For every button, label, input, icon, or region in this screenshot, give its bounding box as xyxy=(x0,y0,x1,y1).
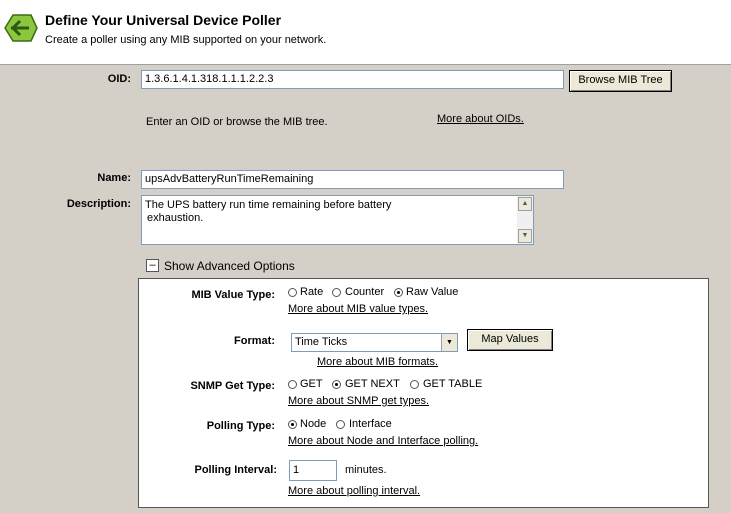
advanced-options-panel: MIB Value Type: Rate Counter Raw Value M… xyxy=(138,278,709,508)
oid-label: OID: xyxy=(107,73,131,85)
format-label: Format: xyxy=(234,335,275,347)
radio-get-table-label[interactable]: GET TABLE xyxy=(423,378,482,390)
oid-input[interactable]: 1.3.6.1.4.1.318.1.1.1.2.2.3 xyxy=(141,70,564,89)
radio-get[interactable] xyxy=(288,380,297,389)
more-about-polling-interval-link[interactable]: More about polling interval. xyxy=(288,485,420,497)
polling-type-label: Polling Type: xyxy=(206,420,275,432)
radio-get-label[interactable]: GET xyxy=(300,378,323,390)
more-about-mib-value-types-link[interactable]: More about MIB value types. xyxy=(288,303,428,315)
description-textarea[interactable]: The UPS battery run time remaining befor… xyxy=(141,195,534,245)
polling-interval-input[interactable]: 1 xyxy=(289,460,337,481)
scroll-down-icon[interactable]: ▼ xyxy=(518,229,532,243)
radio-get-table[interactable] xyxy=(410,380,419,389)
radio-rate[interactable] xyxy=(288,288,297,297)
page-title: Define Your Universal Device Poller xyxy=(45,12,282,28)
more-about-polling-link[interactable]: More about Node and Interface polling. xyxy=(288,435,478,447)
radio-counter[interactable] xyxy=(332,288,341,297)
browse-mib-tree-button[interactable]: Browse MIB Tree xyxy=(569,70,672,92)
polling-interval-label: Polling Interval: xyxy=(194,464,277,476)
more-about-snmp-get-types-link[interactable]: More about SNMP get types. xyxy=(288,395,429,407)
more-about-mib-formats-link[interactable]: More about MIB formats. xyxy=(317,356,438,368)
more-about-oids-link[interactable]: More about OIDs. xyxy=(437,113,524,125)
page-header: Define Your Universal Device Poller Crea… xyxy=(0,0,731,65)
format-select-value: Time Ticks xyxy=(295,336,348,348)
chevron-down-icon[interactable]: ▼ xyxy=(441,334,457,351)
page-subtitle: Create a poller using any MIB supported … xyxy=(45,34,327,46)
description-scrollbar[interactable]: ▲ ▼ xyxy=(517,196,533,244)
radio-interface-label[interactable]: Interface xyxy=(349,418,392,430)
radio-raw-value[interactable] xyxy=(394,288,403,297)
description-line: exhaustion. xyxy=(147,212,204,224)
radio-raw-value-label[interactable]: Raw Value xyxy=(406,286,458,298)
format-select[interactable]: Time Ticks ▼ xyxy=(291,333,458,352)
oid-hint: Enter an OID or browse the MIB tree. xyxy=(146,116,328,128)
radio-rate-label[interactable]: Rate xyxy=(300,286,323,298)
radio-get-next-label[interactable]: GET NEXT xyxy=(345,378,400,390)
collapse-toggle-icon[interactable]: – xyxy=(146,259,159,272)
mib-value-type-label: MIB Value Type: xyxy=(191,289,275,301)
radio-node[interactable] xyxy=(288,420,297,429)
scroll-up-icon[interactable]: ▲ xyxy=(518,197,532,211)
radio-counter-label[interactable]: Counter xyxy=(345,286,384,298)
radio-node-label[interactable]: Node xyxy=(300,418,326,430)
name-input[interactable]: upsAdvBatteryRunTimeRemaining xyxy=(141,170,564,189)
show-advanced-options-label[interactable]: Show Advanced Options xyxy=(164,259,295,273)
description-label: Description: xyxy=(66,198,131,210)
polling-interval-unit: minutes. xyxy=(345,464,387,476)
name-label: Name: xyxy=(97,172,131,184)
leaf-logo-icon xyxy=(4,14,38,42)
radio-get-next[interactable] xyxy=(332,380,341,389)
description-line: The UPS battery run time remaining befor… xyxy=(145,199,392,211)
radio-interface[interactable] xyxy=(336,420,345,429)
map-values-button[interactable]: Map Values xyxy=(467,329,553,351)
snmp-get-type-label: SNMP Get Type: xyxy=(190,380,275,392)
